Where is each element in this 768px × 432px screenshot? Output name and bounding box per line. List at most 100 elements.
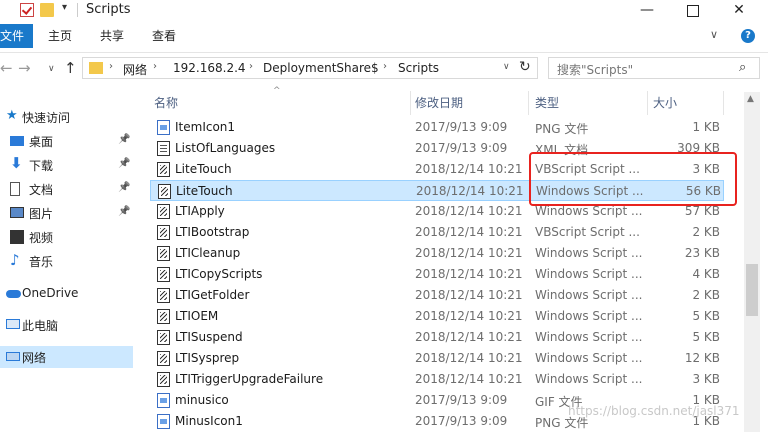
script-file-icon [157, 267, 170, 282]
script-file-icon [157, 288, 170, 303]
crumb-separator[interactable]: › [383, 61, 387, 72]
file-date: 2018/12/14 10:21 [415, 330, 523, 344]
nav-this-pc[interactable]: 此电脑 [0, 314, 133, 336]
new-folder-icon[interactable] [40, 3, 54, 17]
refresh-icon[interactable]: ↻ [519, 59, 531, 75]
file-size: 5 KB [692, 330, 720, 344]
breadcrumb-host[interactable]: 192.168.2.4 [173, 61, 246, 75]
address-bar[interactable]: › 网络 › 192.168.2.4 › DeploymentShare$ › … [82, 57, 538, 79]
breadcrumb-scripts[interactable]: Scripts [398, 61, 439, 75]
nav-music[interactable]: ♪ 音乐 [0, 250, 133, 272]
nav-label: 桌面 [29, 135, 54, 149]
file-size: 1 KB [692, 120, 720, 134]
sort-ascending-icon: ^ [273, 86, 281, 96]
file-row[interactable]: LTIGetFolder 2018/12/14 10:21 Windows Scri… [150, 285, 724, 306]
nav-onedrive[interactable]: OneDrive [0, 283, 133, 305]
file-row[interactable]: LTICopyScripts 2018/12/14 10:21 Windows Sc… [150, 264, 724, 285]
image-file-icon [157, 120, 170, 135]
file-type: Windows Script ... [535, 309, 643, 323]
nav-label: 网络 [22, 351, 47, 365]
file-row[interactable]: LTISysprep 2018/12/14 10:21 Windows Script… [150, 348, 724, 369]
help-icon[interactable]: ? [741, 29, 755, 43]
tab-view[interactable]: 查看 [152, 24, 176, 48]
column-header-date[interactable]: 修改日期 [415, 91, 463, 115]
nav-network[interactable]: 网络 [0, 346, 133, 368]
address-toolbar: ← → ∨ ↑ › 网络 › 192.168.2.4 › DeploymentS… [0, 52, 768, 85]
folder-icon [89, 62, 103, 74]
file-name: ItemIcon1 [175, 120, 236, 134]
back-arrow-icon[interactable]: ← [0, 59, 13, 77]
pin-icon[interactable]: 📌 [118, 158, 130, 169]
video-film-icon [10, 230, 24, 244]
expand-ribbon-icon[interactable]: ∨ [710, 28, 718, 41]
download-arrow-icon: ⬇ [10, 154, 23, 172]
nav-label: 下载 [29, 159, 54, 173]
file-date: 2018/12/14 10:21 [416, 184, 524, 198]
file-name: LTISysprep [175, 351, 240, 365]
column-divider[interactable] [647, 91, 648, 115]
pin-icon[interactable]: 📌 [118, 134, 130, 145]
nav-desktop[interactable]: 桌面 📌 [0, 130, 133, 152]
file-row[interactable]: LTISuspend 2018/12/14 10:21 Windows Script… [150, 327, 724, 348]
nav-downloads[interactable]: ⬇ 下载 📌 [0, 154, 133, 176]
search-input[interactable]: 搜索"Scripts" ⌕ [548, 57, 760, 79]
crumb-separator[interactable]: › [109, 61, 113, 72]
address-dropdown-icon[interactable]: ∨ [503, 62, 510, 72]
script-file-icon [157, 246, 170, 261]
tab-home[interactable]: 主页 [48, 24, 72, 48]
file-row[interactable]: LTIOEM 2018/12/14 10:21 Windows Script ...… [150, 306, 724, 327]
search-icon[interactable]: ⌕ [739, 60, 746, 75]
forward-arrow-icon[interactable]: → [18, 59, 31, 77]
file-size: 57 KB [684, 204, 720, 218]
nav-pictures[interactable]: 图片 📌 [0, 202, 133, 224]
quick-access-toolbar-dropdown-icon[interactable]: ▾ [62, 2, 67, 13]
script-file-icon [157, 225, 170, 240]
crumb-separator[interactable]: › [249, 61, 253, 72]
file-row[interactable]: ItemIcon1 2017/9/13 9:09 PNG 文件 1 KB [150, 117, 724, 138]
file-date: 2018/12/14 10:21 [415, 225, 523, 239]
file-size: 23 KB [684, 246, 720, 260]
properties-check-icon[interactable] [20, 3, 34, 17]
file-size: 2 KB [692, 225, 720, 239]
vertical-scrollbar[interactable]: ▲ [744, 92, 760, 432]
file-name: LTIApply [175, 204, 225, 218]
nav-videos[interactable]: 视频 [0, 226, 133, 248]
column-divider[interactable] [723, 91, 724, 115]
tab-share[interactable]: 共享 [100, 24, 124, 48]
watermark: https://blog.csdn.net/jasl371 [568, 404, 740, 418]
column-divider[interactable] [528, 91, 529, 115]
minimize-button[interactable]: — [624, 0, 670, 22]
file-row[interactable]: LTICleanup 2018/12/14 10:21 Windows Script… [150, 243, 724, 264]
file-size: 12 KB [684, 351, 720, 365]
column-header-type[interactable]: 类型 [535, 91, 559, 115]
scrollbar-thumb[interactable] [746, 264, 758, 316]
file-row[interactable]: LTIBootstrap 2018/12/14 10:21 VBScript Scr… [150, 222, 724, 243]
window-title: Scripts [86, 2, 131, 17]
column-header-name[interactable]: 名称 [154, 91, 178, 115]
pin-icon[interactable]: 📌 [118, 206, 130, 217]
file-row[interactable]: LTITriggerUpgradeFailure 2018/12/14 10:21… [150, 369, 724, 390]
scroll-up-icon[interactable]: ▲ [747, 94, 754, 104]
recent-locations-icon[interactable]: ∨ [48, 64, 55, 74]
file-name: LiteTouch [175, 162, 232, 176]
crumb-separator[interactable]: › [153, 61, 157, 72]
star-icon: ★ [6, 108, 18, 123]
file-type: Windows Script ... [535, 204, 643, 218]
close-button[interactable]: ✕ [716, 0, 762, 22]
nav-documents[interactable]: 文档 📌 [0, 178, 133, 200]
maximize-button[interactable] [670, 0, 716, 22]
tab-file[interactable]: 文件 [0, 24, 33, 48]
nav-label: 快速访问 [22, 111, 71, 125]
file-date: 2018/12/14 10:21 [415, 246, 523, 260]
pin-icon[interactable]: 📌 [118, 182, 130, 193]
script-file-icon [157, 204, 170, 219]
breadcrumb-network[interactable]: 网络 [123, 61, 147, 78]
file-name: LTICopyScripts [175, 267, 263, 281]
file-size: 4 KB [692, 267, 720, 281]
column-header-size[interactable]: 大小 [653, 91, 677, 115]
file-name: LiteTouch [176, 184, 233, 198]
breadcrumb-share[interactable]: DeploymentShare$ [263, 61, 379, 75]
nav-quick-access[interactable]: ★ 快速访问 [0, 106, 133, 128]
column-divider[interactable] [410, 91, 411, 115]
up-arrow-icon[interactable]: ↑ [64, 59, 77, 77]
